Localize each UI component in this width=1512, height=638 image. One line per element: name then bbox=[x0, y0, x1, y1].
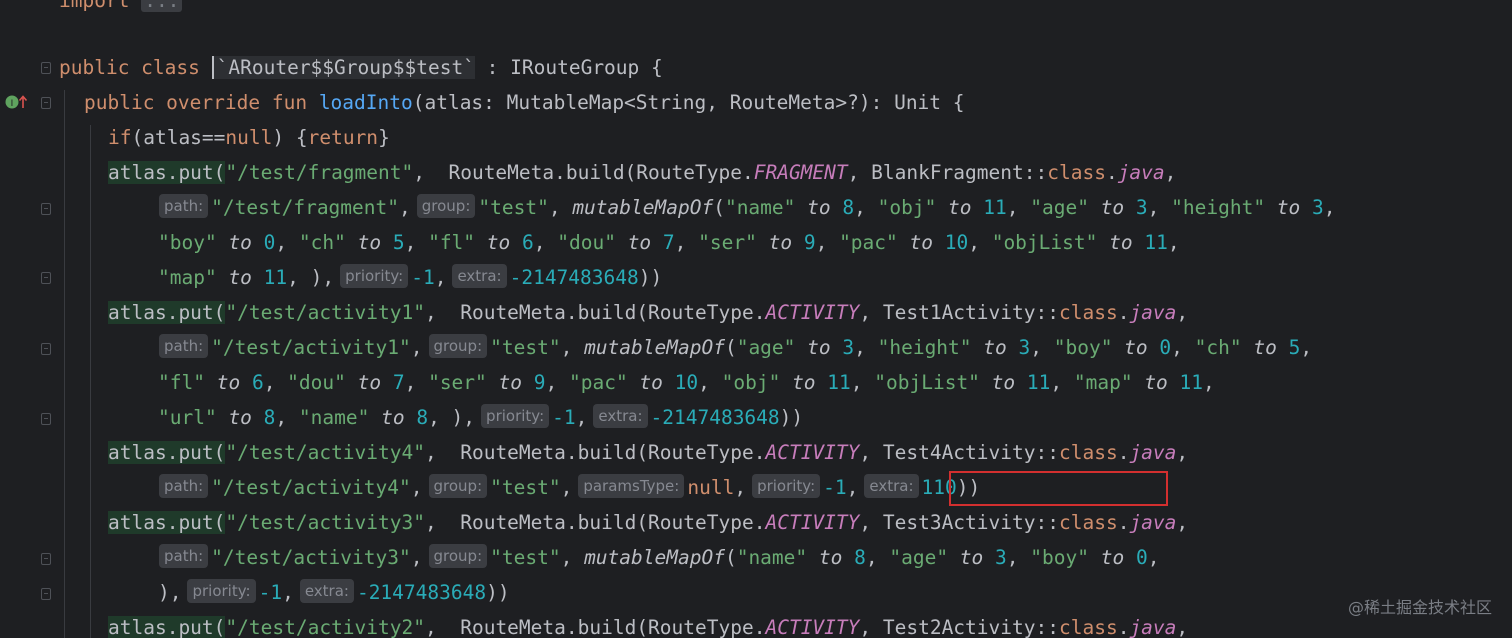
code-line-put-fragment: atlas.put("/test/fragment", RouteMeta.bu… bbox=[108, 161, 1177, 184]
code-line-fragment-map-2: "boy" to 0, "ch" to 5, "fl" to 6, "dou" … bbox=[158, 231, 1180, 254]
code-line-fragment-args: path: "/test/fragment", group: "test", muta… bbox=[153, 190, 1336, 225]
watermark: @稀土掘金技术社区 bbox=[1347, 598, 1492, 617]
code-line-null-check: if(atlas==null) {return} bbox=[108, 126, 390, 149]
code-line-put-activity4: atlas.put("/test/activity4", RouteMeta.b… bbox=[108, 441, 1189, 464]
code-line-activity3-end: ), priority: -1, extra: -2147483648)) bbox=[158, 579, 510, 604]
annotation-highlight-box bbox=[949, 471, 1168, 506]
code-content[interactable]: import ... public class `ARouter$$Group$… bbox=[0, 0, 1512, 638]
code-line-activity3-args: path: "/test/activity3", group: "test", mut… bbox=[153, 540, 1159, 575]
code-line-activity1-map-2: "fl" to 6, "dou" to 7, "ser" to 9, "pac"… bbox=[158, 371, 1215, 394]
code-line-put-activity2: atlas.put("/test/activity2", RouteMeta.b… bbox=[108, 616, 1189, 638]
code-line-activity4-args: path: "/test/activity4", group: "test", para… bbox=[153, 470, 980, 505]
code-line-put-activity1: atlas.put("/test/activity1", RouteMeta.b… bbox=[108, 301, 1189, 324]
code-line-import: import ... bbox=[59, 0, 183, 18]
code-line-activity1-end: "url" to 8, "name" to 8, ), priority: -1, e… bbox=[158, 404, 804, 429]
code-line-loadinto: public override fun loadInto(atlas: Muta… bbox=[84, 91, 965, 114]
code-line-fragment-end: "map" to 11, ), priority: -1, extra: -214748… bbox=[158, 264, 663, 289]
code-line-class-declaration: public class `ARouter$$Group$$test` : IR… bbox=[59, 56, 663, 79]
code-line-put-activity3: atlas.put("/test/activity3", RouteMeta.b… bbox=[108, 511, 1189, 534]
code-editor[interactable]: I import ... public class `ARouter$$Grou… bbox=[0, 0, 1512, 638]
code-line-activity1-args: path: "/test/activity1", group: "test", mut… bbox=[153, 330, 1312, 365]
